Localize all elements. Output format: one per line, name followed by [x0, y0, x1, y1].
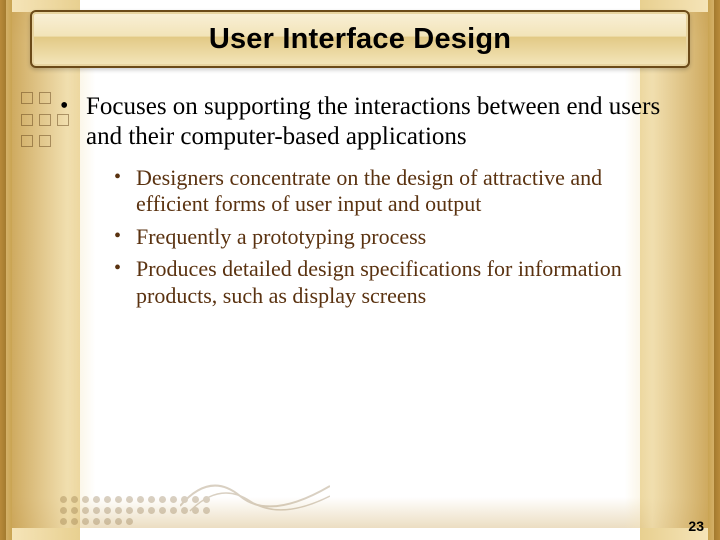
sub-bullet: Designers concentrate on the design of a…	[114, 165, 670, 218]
slide: User Interface Design Focuses on support…	[0, 0, 720, 540]
bullet-main-text: Focuses on supporting the interactions b…	[86, 93, 660, 150]
slide-title: User Interface Design	[209, 23, 511, 56]
sub-bullet: Frequently a prototyping process	[114, 224, 670, 250]
sub-bullet-text: Frequently a prototyping process	[136, 224, 426, 249]
wave-ornament	[180, 466, 330, 516]
bullet-main: Focuses on supporting the interactions b…	[60, 92, 670, 309]
sub-bullet-text: Produces detailed design specifications …	[136, 256, 622, 307]
page-number: 23	[688, 518, 704, 534]
sub-bullet-text: Designers concentrate on the design of a…	[136, 165, 602, 216]
title-bar: User Interface Design	[30, 10, 690, 68]
slide-content: Focuses on supporting the interactions b…	[60, 92, 670, 319]
bottom-ornament	[60, 456, 320, 526]
sub-bullet: Produces detailed design specifications …	[114, 256, 670, 309]
